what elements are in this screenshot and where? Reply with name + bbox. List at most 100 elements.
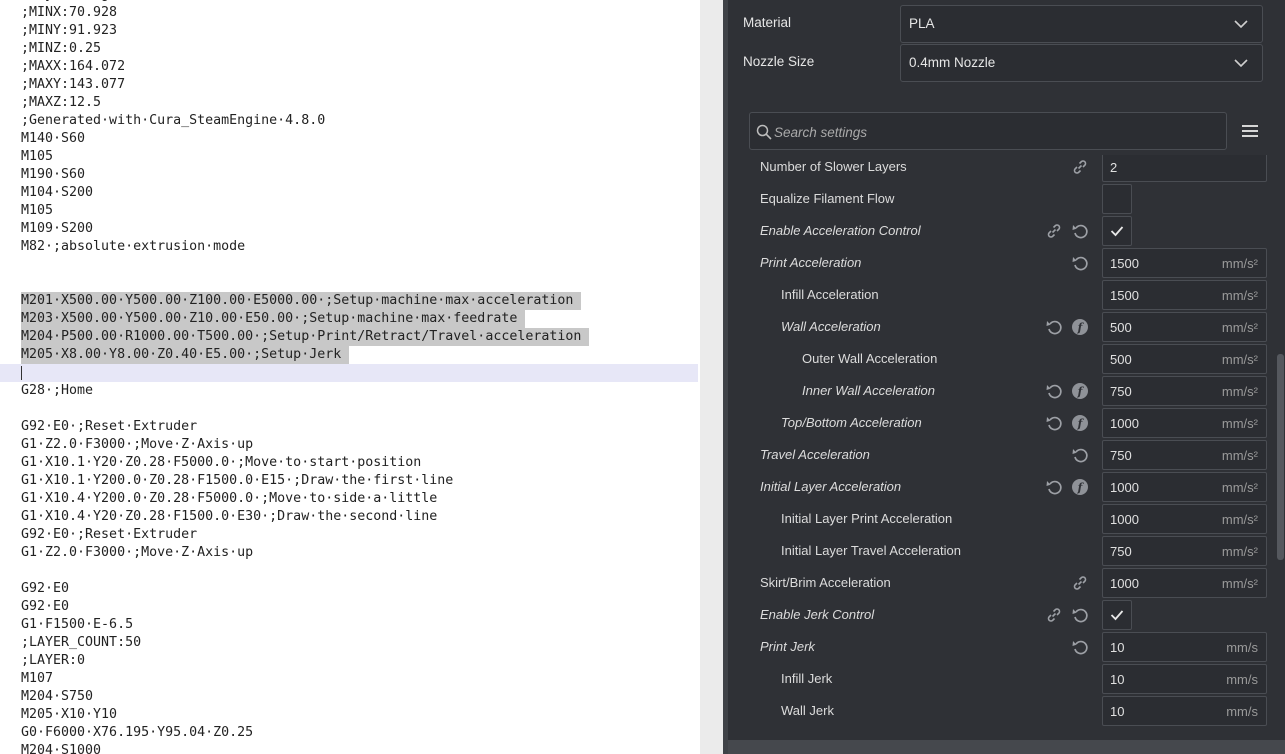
reset-icon[interactable] [1071, 638, 1089, 656]
code-line[interactable]: M82·;absolute·extrusion·mode [0, 238, 700, 256]
code-line[interactable]: M105 [0, 202, 700, 220]
code-line[interactable]: M204·P500.00·R1000.00·T500.00·;Setup·Pri… [0, 328, 700, 346]
setting-value-field[interactable]: 10 mm/s [1102, 664, 1267, 694]
setting-value-field[interactable]: 10 mm/s [1102, 632, 1267, 662]
code-line[interactable]: G1·X10.4·Y20·Z0.28·F1500.0·E30·;Draw·the… [0, 508, 700, 526]
setting-value-field[interactable]: 1500 mm/s² [1102, 248, 1267, 278]
setting-unit: mm/s² [1221, 288, 1258, 303]
setting-icons [1018, 254, 1088, 274]
reset-icon[interactable] [1045, 318, 1063, 336]
code-line[interactable]: ;LAYER:0 [0, 652, 700, 670]
setting-checkbox[interactable] [1102, 184, 1132, 214]
setting-row: Enable Jerk Control [728, 600, 1276, 632]
reset-icon[interactable] [1045, 382, 1063, 400]
code-line[interactable]: ;MINZ:0.25 [0, 40, 700, 58]
code-line[interactable]: M104·S200 [0, 184, 700, 202]
code-line[interactable]: ;MAXZ:12.5 [0, 94, 700, 112]
setting-value-field[interactable]: 750 mm/s² [1102, 376, 1267, 406]
setting-checkbox[interactable] [1102, 600, 1132, 630]
code-line[interactable]: ;MAXX:164.072 [0, 58, 700, 76]
setting-value-field[interactable]: 1000 mm/s² [1102, 408, 1267, 438]
setting-value-field[interactable]: 500 mm/s² [1102, 312, 1267, 342]
code-line-text: M105 [21, 203, 54, 218]
code-line[interactable]: ;Generated·with·Cura_SteamEngine·4.8.0 [0, 112, 700, 130]
code-line[interactable] [0, 256, 700, 274]
code-line[interactable]: G1·F1500·E-6.5 [0, 616, 700, 634]
code-line[interactable]: ;MINY:91.923 [0, 22, 700, 40]
code-line[interactable]: G1·X10.1·Y20·Z0.28·F5000.0·;Move·to·star… [0, 454, 700, 472]
code-line[interactable]: M140·S60 [0, 130, 700, 148]
setting-row: Number of Slower Layers 2 [728, 155, 1276, 184]
setting-value: 750 [1110, 448, 1132, 463]
code-line-current[interactable] [0, 364, 698, 382]
reset-icon[interactable] [1071, 222, 1089, 240]
setting-value-field[interactable]: 1000 mm/s² [1102, 568, 1267, 598]
setting-value-field[interactable]: 1000 mm/s² [1102, 472, 1267, 502]
code-line-text: G92·E0·;Reset·Extruder [21, 527, 198, 542]
link-icon [1071, 158, 1089, 176]
reset-icon[interactable] [1045, 478, 1063, 496]
code-line[interactable]: G92·E0 [0, 580, 700, 598]
material-label: Material [743, 15, 792, 30]
setting-value-field[interactable]: 1500 mm/s² [1102, 280, 1267, 310]
scrollbar-thumb[interactable] [1277, 354, 1284, 560]
code-line[interactable]: G92·E0·;Reset·Extruder [0, 526, 700, 544]
code-line[interactable] [0, 562, 700, 580]
code-line-text: M204·S1000 [21, 743, 102, 754]
setting-value: 10 [1110, 672, 1125, 687]
code-line-text: ;MINX:70.928 [21, 5, 118, 20]
code-line[interactable]: M107 [0, 670, 700, 688]
code-line[interactable]: ;MINX:70.928 [0, 4, 700, 22]
code-line[interactable]: G1·Z2.0·F3000·;Move·Z·Axis·up [0, 544, 700, 562]
setting-value-field[interactable]: 2 [1102, 155, 1267, 182]
setting-value-field[interactable]: 10 mm/s [1102, 696, 1267, 726]
setting-unit: mm/s [1226, 704, 1258, 719]
search-input[interactable] [774, 121, 1214, 143]
setting-checkbox[interactable] [1102, 216, 1132, 246]
setting-value-field[interactable]: 500 mm/s² [1102, 344, 1267, 374]
code-line[interactable]: G28·;Home [0, 382, 700, 400]
setting-label: Wall Jerk [781, 703, 834, 718]
setting-value-field[interactable]: 750 mm/s² [1102, 440, 1267, 470]
code-line[interactable]: ;MAXY:143.077 [0, 76, 700, 94]
code-line[interactable]: M205·X8.00·Y8.00·Z0.40·E5.00·;Setup·Jerk [0, 346, 700, 364]
material-dropdown[interactable]: PLA [900, 5, 1263, 43]
setting-row: Skirt/Brim Acceleration 1000 mm/s² [728, 568, 1276, 600]
setting-unit: mm/s² [1221, 512, 1258, 527]
nozzle-value: 0.4mm Nozzle [909, 55, 996, 70]
code-line[interactable]: G1·X10.4·Y200.0·Z0.28·F5000.0·;Move·to·s… [0, 490, 700, 508]
code-line[interactable] [0, 274, 700, 292]
reset-icon[interactable] [1071, 254, 1089, 272]
code-line[interactable]: ;LAYER_COUNT:50 [0, 634, 700, 652]
code-line-text: ;MINZ:0.25 [21, 41, 102, 56]
code-line[interactable]: G0·F6000·X76.195·Y95.04·Z0.25 [0, 724, 700, 742]
reset-icon[interactable] [1071, 446, 1089, 464]
code-line[interactable]: G92·E0·;Reset·Extruder [0, 418, 700, 436]
code-line-text: ;LAYER:0 [21, 653, 86, 668]
reset-icon[interactable] [1045, 414, 1063, 432]
code-line[interactable]: G92·E0 [0, 598, 700, 616]
code-line[interactable]: M204·S1000 [0, 742, 700, 754]
code-line[interactable]: M105 [0, 148, 700, 166]
code-line[interactable]: M205·X10·Y10 [0, 706, 700, 724]
code-line[interactable]: M204·S750 [0, 688, 700, 706]
code-line[interactable]: G1·X10.1·Y200.0·Z0.28·F1500.0·E15·;Draw·… [0, 472, 700, 490]
code-line[interactable]: G1·Z2.0·F3000·;Move·Z·Axis·up [0, 436, 700, 454]
gcode-editor[interactable]: ;Layer height: 0.28;MINX:70.928;MINY:91.… [0, 0, 700, 754]
reset-icon[interactable] [1071, 606, 1089, 624]
nozzle-dropdown[interactable]: 0.4mm Nozzle [900, 44, 1263, 82]
code-line[interactable]: M190·S60 [0, 166, 700, 184]
code-line[interactable] [0, 400, 700, 418]
editor-margin [700, 0, 723, 754]
code-line[interactable]: M109·S200 [0, 220, 700, 238]
setting-value-field[interactable]: 1000 mm/s² [1102, 504, 1267, 534]
setting-row: Initial Layer Travel Acceleration 750 mm/s… [728, 536, 1276, 568]
setting-icons: f [1018, 414, 1088, 434]
link-icon [1045, 222, 1063, 240]
code-line[interactable]: M203·X500.00·Y500.00·Z10.00·E50.00·;Setu… [0, 310, 700, 328]
setting-label: Infill Acceleration [781, 287, 879, 302]
setting-label: Top/Bottom Acceleration [781, 415, 922, 430]
setting-value-field[interactable]: 750 mm/s² [1102, 536, 1267, 566]
menu-icon[interactable] [1240, 121, 1260, 141]
code-line[interactable]: M201·X500.00·Y500.00·Z100.00·E5000.00·;S… [0, 292, 700, 310]
